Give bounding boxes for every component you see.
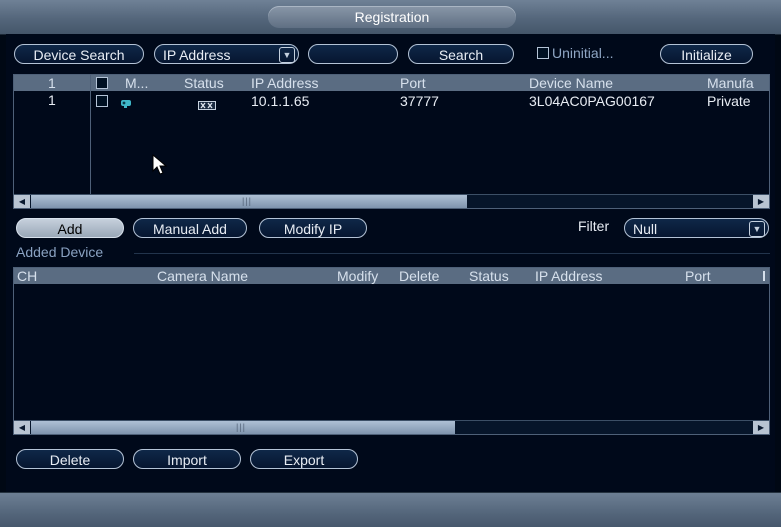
initialize-button[interactable]: Initialize [660,44,753,64]
column-resize-handle[interactable] [763,271,765,281]
footer-bar [0,492,781,527]
search-button[interactable]: Search [408,44,514,64]
select-all-checkbox[interactable] [96,77,108,89]
header-manufacturer[interactable]: Manufa [707,75,754,91]
added-device-table: CH Camera Name Modify Delete Status IP A… [13,267,770,435]
filter-label: Filter [578,218,610,234]
uninitialized-label: Uninitial... [552,45,614,61]
scrollbar-grip: ||| [236,422,247,432]
header-ip-address[interactable]: IP Address [251,75,318,91]
header-device-name[interactable]: Device Name [529,75,613,91]
table-row[interactable]: 1 10.1.1.65 37777 3L04AC0PAG00167 Privat… [14,92,769,110]
device-search-button[interactable]: Device Search [14,44,144,64]
section-divider [134,253,770,254]
row-manufacturer: Private [707,93,751,109]
filter-select-value: Null [633,221,658,237]
content-area: Device Search IP Address ▼ Search Uninit… [6,34,775,492]
header-mode[interactable]: M... [125,75,148,91]
search-table-scrollbar[interactable]: ◀ ||| ▶ [14,194,769,208]
header-camera-name[interactable]: Camera Name [157,268,248,284]
header-port[interactable]: Port [400,75,426,91]
added-table-scrollbar[interactable]: ◀ ||| ▶ [14,420,769,434]
filter-select[interactable]: Null ▼ [624,218,769,238]
header-status[interactable]: Status [469,268,509,284]
registration-window: Registration Device Search IP Address ▼ … [0,0,781,527]
row-port: 37777 [400,93,439,109]
header-port[interactable]: Port [685,268,711,284]
row-ip-address: 10.1.1.65 [251,93,310,109]
camera-icon [120,96,134,108]
uninitialized-checkbox[interactable] [537,47,549,59]
added-device-title: Added Device [16,244,104,260]
scroll-left-icon[interactable]: ◀ [14,421,30,434]
scrollbar-grip: ||| [242,196,253,206]
row-device-name: 3L04AC0PAG00167 [529,93,655,109]
row-checkbox[interactable] [96,95,108,107]
header-index: 1 [48,75,56,91]
search-value-field[interactable] [308,44,398,64]
add-button[interactable]: Add [16,218,124,238]
scroll-right-icon[interactable]: ▶ [753,195,769,208]
import-button[interactable]: Import [133,449,241,469]
window-title: Registration [268,6,516,28]
export-button[interactable]: Export [250,449,358,469]
manual-add-button[interactable]: Manual Add [133,218,247,238]
scroll-left-icon[interactable]: ◀ [14,195,30,208]
header-ip-address[interactable]: IP Address [535,268,602,284]
title-bar: Registration [0,0,781,35]
uninitialized-device-icon [198,97,216,110]
protocol-select[interactable]: IP Address ▼ [154,44,299,64]
delete-button[interactable]: Delete [16,449,124,469]
table-header-row [14,268,769,284]
protocol-select-value: IP Address [163,47,231,63]
row-index: 1 [48,92,56,108]
header-modify[interactable]: Modify [337,268,378,284]
header-ch[interactable]: CH [17,268,37,284]
header-status[interactable]: Status [184,75,224,91]
device-search-table: 1 M... Status IP Address Port Device Nam… [13,74,770,209]
chevron-down-icon[interactable]: ▼ [279,47,295,63]
cursor-icon [152,153,168,176]
modify-ip-button[interactable]: Modify IP [259,218,367,238]
scroll-right-icon[interactable]: ▶ [753,421,769,434]
header-delete[interactable]: Delete [399,268,439,284]
chevron-down-icon[interactable]: ▼ [749,221,765,237]
